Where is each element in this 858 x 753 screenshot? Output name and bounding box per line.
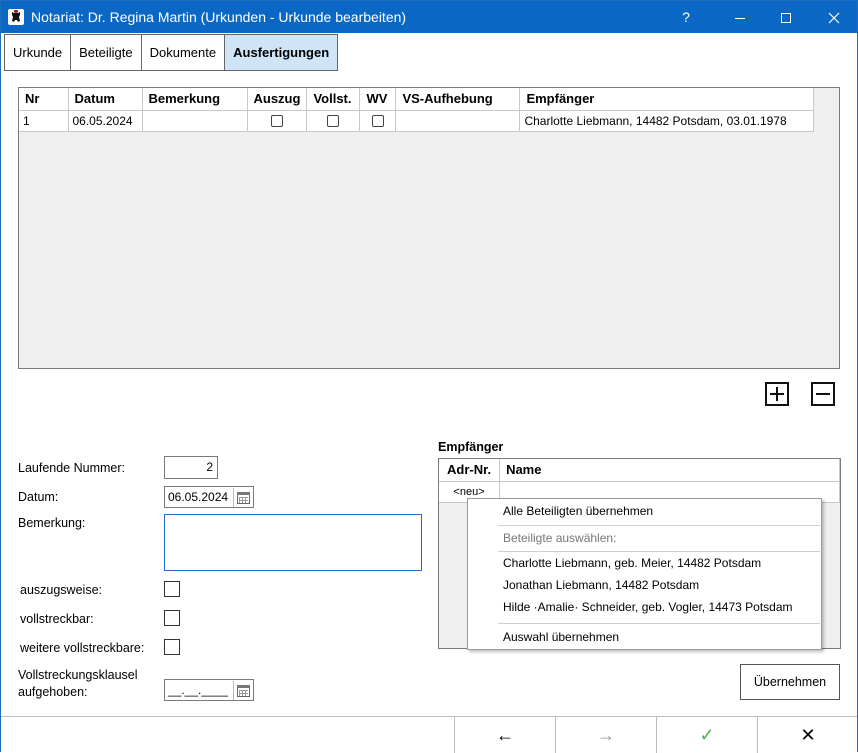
datum-input[interactable]: 06.05.2024 — [164, 486, 254, 508]
cell-empfaenger[interactable]: Charlotte Liebmann, 14482 Potsdam, 03.01… — [519, 110, 815, 132]
column-header-auszug[interactable]: Auszug — [247, 88, 308, 111]
cell-wv — [359, 110, 397, 132]
menu-item-alle-beteiligten[interactable]: Alle Beteiligten übernehmen — [503, 504, 653, 518]
column-header-name[interactable]: Name — [499, 459, 840, 482]
remove-row-button[interactable] — [811, 382, 835, 406]
forward-button[interactable]: → — [555, 717, 656, 753]
datum-label: Datum: — [18, 490, 59, 504]
aufgehoben-label: aufgehoben: — [18, 685, 88, 699]
menu-separator — [498, 623, 820, 624]
close-icon — [828, 12, 840, 24]
weitere-vollstreckbare-label: weitere vollstreckbare: — [20, 641, 145, 655]
menu-item-person[interactable]: Jonathan Liebmann, 14482 Potsdam — [503, 578, 699, 592]
menu-item-auswahl-uebernehmen[interactable]: Auswahl übernehmen — [503, 630, 619, 644]
column-header-wv[interactable]: WV — [359, 88, 397, 111]
maximize-icon — [781, 13, 791, 24]
menu-item-person[interactable]: Charlotte Liebmann, geb. Meier, 14482 Po… — [503, 556, 761, 570]
table-header-row: Nr Datum Bemerkung Auszug Vollst. WV VS-… — [19, 88, 815, 111]
table-row[interactable]: 1 06.05.2024 Charlotte Liebmann, 14482 P… — [19, 110, 815, 132]
context-menu: Alle Beteiligten übernehmen Beteiligte a… — [467, 498, 822, 650]
column-header-nr[interactable]: Nr — [19, 88, 69, 111]
back-button[interactable]: ← — [454, 717, 555, 753]
tab-ausfertigungen[interactable]: Ausfertigungen — [224, 34, 339, 71]
ausfertigungen-grid[interactable]: Nr Datum Bemerkung Auszug Vollst. WV VS-… — [18, 87, 840, 369]
bemerkung-label: Bemerkung: — [18, 516, 86, 530]
cell-nr[interactable]: 1 — [19, 110, 69, 132]
auszugsweise-checkbox[interactable] — [164, 581, 180, 597]
arrow-left-icon: ← — [496, 725, 514, 745]
vollstreckungsklausel-label: Vollstreckungsklausel — [18, 668, 138, 682]
minimize-icon — [735, 18, 745, 20]
close-window-button[interactable] — [811, 1, 857, 33]
application-window: Notariat: Dr. Regina Martin (Urkunden - … — [0, 0, 858, 753]
window-title: Notariat: Dr. Regina Martin (Urkunden - … — [31, 9, 407, 25]
datum-value: 06.05.2024 — [168, 490, 229, 504]
column-header-datum[interactable]: Datum — [68, 88, 143, 111]
auszugsweise-label: auszugsweise: — [20, 583, 102, 597]
plus-icon-vertical — [776, 387, 778, 401]
column-header-adr-nr[interactable]: Adr-Nr. — [439, 459, 501, 482]
calendar-icon[interactable] — [233, 488, 252, 507]
help-button[interactable]: ? — [663, 1, 709, 33]
cancel-button[interactable]: ✕ — [757, 717, 858, 753]
minus-icon — [816, 393, 830, 395]
tab-beteiligte[interactable]: Beteiligte — [70, 34, 141, 71]
tab-bar: Urkunde Beteiligte Dokumente Ausfertigun… — [4, 34, 339, 71]
close-icon: ✕ — [800, 725, 816, 745]
maximize-button[interactable] — [763, 1, 809, 33]
klausel-datum-value: __.__.____ — [168, 683, 229, 697]
title-bar[interactable]: Notariat: Dr. Regina Martin (Urkunden - … — [1, 1, 857, 33]
vollstreckbar-checkbox[interactable] — [164, 610, 180, 626]
cell-bemerkung[interactable] — [142, 110, 248, 132]
column-header-empfaenger[interactable]: Empfänger — [519, 88, 815, 111]
checkmark-icon: ✓ — [699, 725, 715, 745]
column-header-vs-aufhebung[interactable]: VS-Aufhebung — [395, 88, 521, 111]
tab-dokumente[interactable]: Dokumente — [140, 34, 225, 71]
ausfertigungen-table: Nr Datum Bemerkung Auszug Vollst. WV VS-… — [19, 88, 815, 132]
cell-datum[interactable]: 06.05.2024 — [68, 110, 143, 132]
laufende-nummer-input[interactable]: 2 — [164, 456, 218, 479]
wv-checkbox[interactable] — [371, 115, 384, 128]
empfaenger-table: Adr-Nr. Name <neu> — [439, 459, 840, 503]
column-header-vollst[interactable]: Vollst. — [306, 88, 361, 111]
bottom-navigation-bar: ← → ✓ ✕ — [1, 716, 858, 753]
berlin-bear-logo-icon — [8, 9, 24, 25]
column-header-bemerkung[interactable]: Bemerkung — [142, 88, 248, 111]
add-row-button[interactable] — [765, 382, 789, 406]
ok-button[interactable]: ✓ — [656, 717, 757, 753]
bemerkung-textarea[interactable] — [164, 514, 422, 571]
menu-separator — [498, 525, 820, 526]
table-header-row: Adr-Nr. Name — [439, 459, 840, 482]
arrow-right-icon: → — [597, 725, 615, 745]
uebernehmen-button[interactable]: Übernehmen — [740, 664, 840, 700]
tab-urkunde[interactable]: Urkunde — [4, 34, 71, 71]
menu-separator — [498, 551, 820, 552]
auszug-checkbox[interactable] — [270, 115, 283, 128]
menu-header-beteiligte: Beteiligte auswählen: — [503, 531, 617, 545]
laufende-nummer-label: Laufende Nummer: — [18, 461, 126, 475]
klausel-datum-input[interactable]: __.__.____ — [164, 679, 254, 701]
menu-item-person[interactable]: Hilde ·Amalie· Schneider, geb. Vogler, 1… — [503, 600, 793, 614]
cell-auszug — [247, 110, 308, 132]
weitere-vollstreckbare-checkbox[interactable] — [164, 639, 180, 655]
empfaenger-heading: Empfänger — [438, 440, 504, 454]
vollst-checkbox[interactable] — [327, 115, 340, 128]
calendar-icon[interactable] — [233, 681, 252, 700]
vollstreckbar-label: vollstreckbar: — [20, 612, 94, 626]
cell-vollst — [306, 110, 361, 132]
cell-vs-aufhebung[interactable] — [395, 110, 521, 132]
minimize-button[interactable] — [717, 1, 763, 33]
